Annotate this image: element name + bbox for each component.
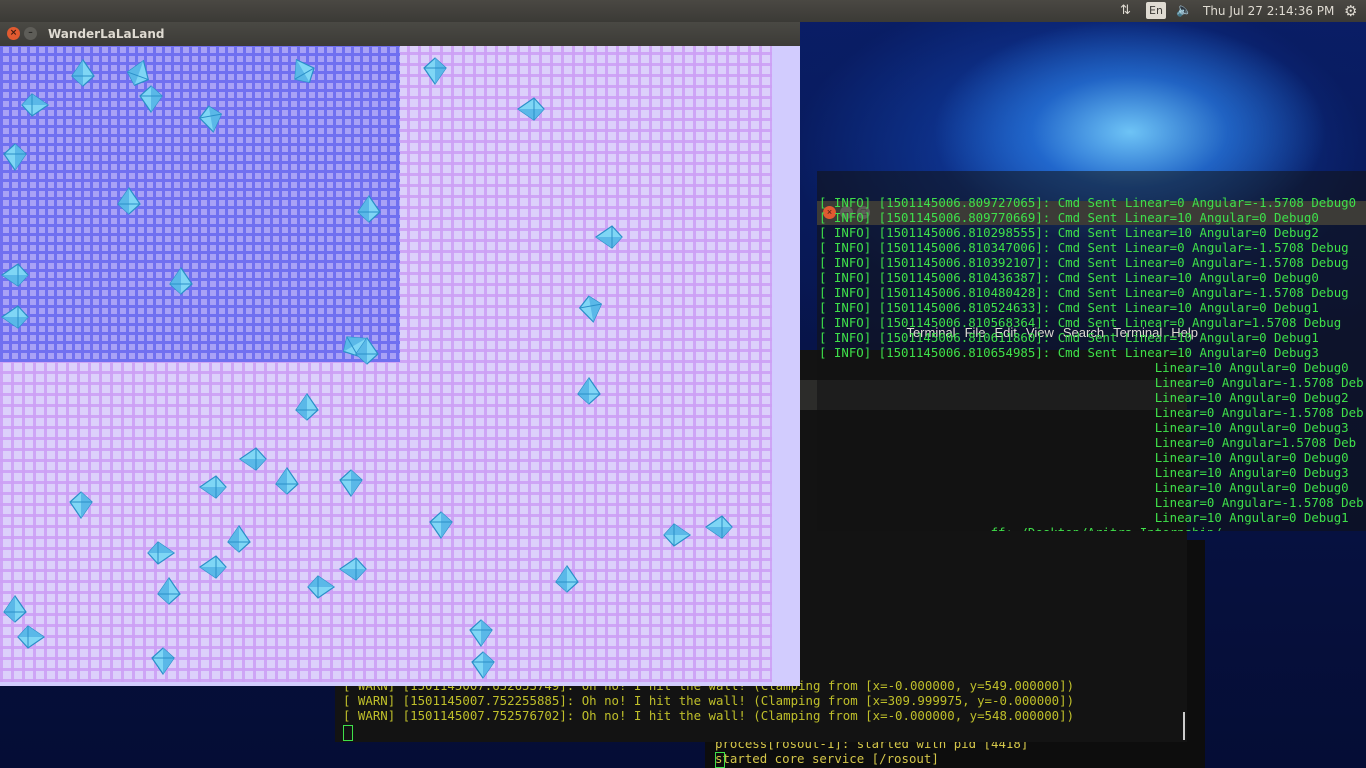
turtle-icon [0,305,29,329]
turtle-icon [147,541,176,565]
terminal-cursor [715,752,725,768]
terminal-line: Linear=10 Angular=0 Debug0 [819,360,1349,375]
turtle-icon [429,511,453,540]
terminal-line: Linear=10 Angular=0 Debug0 [819,450,1349,465]
terminal-line: Linear=10 Angular=0 Debug2 [819,390,1349,405]
top-panel: ⇅ En 🔈 Thu Jul 27 2:14:36 PM ⚙ [0,0,1366,22]
terminal-line: [ WARN] [1501145007.752255885]: Oh no! I… [343,693,1075,708]
turtle-icon [357,194,381,223]
turtlesim-titlebar[interactable]: × – WanderLaLaLand [0,22,800,46]
turtle-icon [577,376,601,405]
turtle-icon [555,564,579,593]
turtle-icon [238,447,267,471]
turtle-icon [307,575,336,599]
terminal-line: [ INFO] [1501145006.809727065]: Cmd Sent… [819,195,1357,210]
terminal-line: ff:~/Desktop/Aritra_Internship/ [819,525,1364,531]
turtle-icon [198,105,223,133]
turtle-icon [3,594,27,623]
keyboard-layout-indicator[interactable]: En [1146,2,1166,19]
turtle-path-trail-dark [0,46,400,362]
turtle-icon [21,93,50,117]
turtle-icon [339,469,363,498]
terminal-line: [ INFO] [1501145006.809770669]: Cmd Sent… [819,210,1319,225]
terminal-controller[interactable]: × – □ Terminal File Edit View Search Terminal… [817,171,1366,531]
turtle-icon [338,557,367,581]
turtle-icon [169,266,193,295]
terminal-line: [ INFO] [1501145006.810524633]: Cmd Sent… [819,300,1319,315]
terminal-line: [ INFO] [1501145006.810480428]: Cmd Sent… [819,285,1349,300]
terminal-cursor [343,725,353,741]
turtle-icon [469,619,493,648]
turtle-icon [0,263,29,287]
terminal-line: [ INFO] [1501145006.810654985]: Cmd Sent… [819,345,1319,360]
terminal-line: [ INFO] [1501145006.810611860]: Cmd Sent… [819,330,1319,345]
turtle-icon [594,225,623,249]
turtle-icon [17,625,46,649]
clock[interactable]: Thu Jul 27 2:14:36 PM [1203,0,1334,22]
turtle-icon [117,186,141,215]
turtle-icon [704,515,733,539]
volume-icon[interactable]: 🔈 [1176,0,1192,22]
turtle-icon [151,647,175,676]
turtle-icon [227,524,251,553]
turtle-icon [139,85,163,114]
terminal-line: [ INFO] [1501145006.810568364]: Cmd Sent… [819,315,1342,330]
minimize-icon[interactable]: – [24,27,37,40]
terminal-line: Linear=0 Angular=-1.5708 Deb [819,375,1364,390]
terminal-line: Linear=0 Angular=1.5708 Deb [819,435,1357,450]
turtle-icon [71,58,95,87]
turtle-icon [295,392,319,421]
turtlesim-window[interactable]: × – WanderLaLaLand [0,22,800,686]
turtle-icon [578,295,603,323]
turtle-icon [69,491,93,520]
turtle-icon [275,466,299,495]
turtle-icon [3,143,27,172]
turtle-icon [198,555,227,579]
terminal-info-output: [ INFO] [1501145006.809727065]: Cmd Sent… [819,195,1364,531]
terminal-line: Linear=10 Angular=0 Debug3 [819,420,1349,435]
terminal-line: [ INFO] [1501145006.810347006]: Cmd Sent… [819,240,1349,255]
terminal-line: [ WARN] [1501145007.752576702]: Oh no! I… [343,708,1075,723]
turtle-icon [355,336,379,365]
terminal-scrollbar[interactable] [1183,712,1185,740]
terminal-line: Linear=0 Angular=-1.5708 Deb [819,495,1364,510]
turtle-icon [663,523,692,547]
settings-gear-icon[interactable]: ⚙ [1344,0,1357,22]
terminal-line: [ INFO] [1501145006.810298555]: Cmd Sent… [819,225,1319,240]
terminal-line: [ INFO] [1501145006.810436387]: Cmd Sent… [819,270,1319,285]
terminal-line: Linear=10 Angular=0 Debug1 [819,510,1349,525]
terminal-line: Linear=0 Angular=-1.5708 Deb [819,405,1364,420]
terminal-line: Linear=10 Angular=0 Debug0 [819,480,1349,495]
window-title: WanderLaLaLand [48,27,165,41]
terminal-line: started core service [/rosout] [715,751,939,766]
turtle-icon [516,97,545,121]
terminal-line: Linear=10 Angular=0 Debug3 [819,465,1349,480]
network-icon[interactable]: ⇅ [1120,0,1131,22]
terminal-line: [ INFO] [1501145006.810392107]: Cmd Sent… [819,255,1349,270]
close-icon[interactable]: × [7,27,20,40]
turtlesim-canvas[interactable] [0,46,800,686]
turtle-icon [157,576,181,605]
turtle-icon [198,475,227,499]
turtle-icon [423,57,447,86]
turtle-icon [471,651,495,680]
